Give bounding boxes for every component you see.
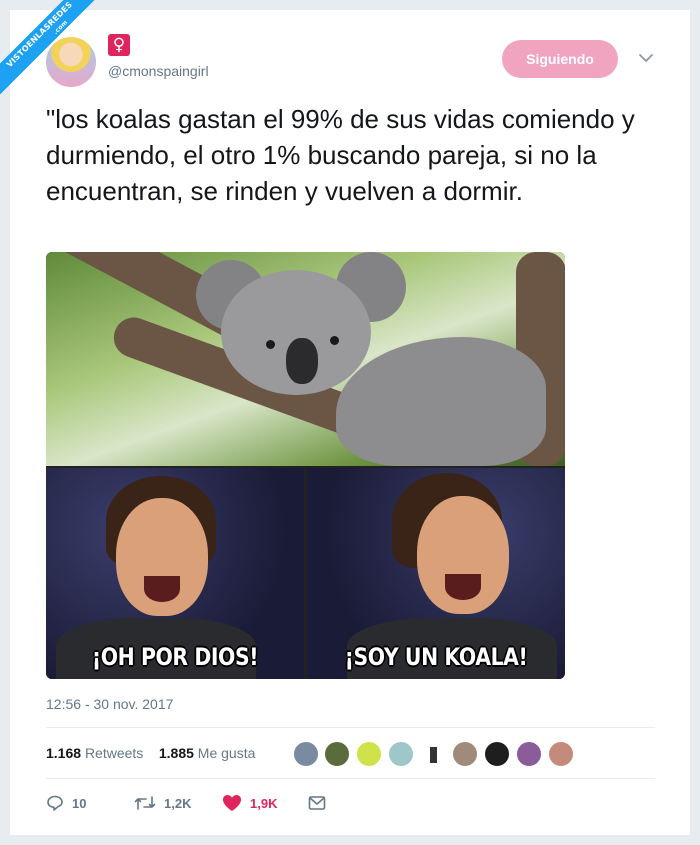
reply-icon bbox=[47, 795, 63, 811]
tweet-actions: 10 1,2K 1,9K bbox=[46, 793, 346, 813]
venus-icon: ♀ bbox=[108, 34, 130, 56]
likes-label[interactable]: Me gusta bbox=[198, 745, 256, 761]
reply-button[interactable]: 10 bbox=[46, 793, 86, 813]
liker-avatar[interactable] bbox=[516, 741, 542, 767]
liker-avatar[interactable] bbox=[324, 741, 350, 767]
like-button[interactable]: 1,9K bbox=[222, 793, 277, 813]
tweet-stats: 1.168 Retweets 1.885 Me gusta bbox=[46, 745, 255, 761]
liker-avatar[interactable] bbox=[293, 741, 319, 767]
chevron-down-icon[interactable] bbox=[637, 49, 655, 67]
meme-caption-left: ¡OH POR DIOS! bbox=[91, 643, 259, 671]
following-button[interactable]: Siguiendo bbox=[502, 40, 618, 78]
tweet-text: "los koalas gastan el 99% de sus vidas c… bbox=[46, 104, 635, 206]
watermark-text: VISTOENLASREDES bbox=[4, 0, 75, 70]
koala-photo bbox=[46, 252, 565, 466]
meme-caption-right: ¡SOY UN KOALA! bbox=[344, 643, 528, 671]
retweet-count: 1,2K bbox=[164, 795, 192, 811]
liker-avatar[interactable] bbox=[548, 741, 574, 767]
liker-avatar[interactable] bbox=[420, 741, 446, 767]
heart-icon bbox=[223, 795, 241, 811]
liker-avatar[interactable] bbox=[484, 741, 510, 767]
liker-avatar[interactable] bbox=[388, 741, 414, 767]
meme-panel-left: ¡OH POR DIOS! bbox=[46, 468, 304, 679]
retweet-icon bbox=[134, 796, 156, 810]
direct-message-button[interactable] bbox=[308, 793, 326, 813]
tweet-timestamp[interactable]: 12:56 - 30 nov. 2017 bbox=[46, 696, 173, 712]
retweet-button[interactable]: 1,2K bbox=[134, 793, 191, 813]
divider bbox=[46, 727, 655, 728]
like-count: 1,9K bbox=[250, 795, 278, 811]
watermark-ribbon: VISTOENLASREDES .com bbox=[0, 0, 110, 110]
retweets-count[interactable]: 1.168 bbox=[46, 745, 81, 761]
liker-avatar[interactable] bbox=[356, 741, 382, 767]
reply-count: 10 bbox=[72, 795, 87, 811]
likes-count[interactable]: 1.885 bbox=[159, 745, 194, 761]
retweets-label[interactable]: Retweets bbox=[85, 745, 143, 761]
envelope-icon bbox=[308, 796, 326, 810]
meme-panel-right: ¡SOY UN KOALA! bbox=[307, 468, 565, 679]
tweet-media[interactable]: ¡OH POR DIOS! ¡SOY UN KOALA! bbox=[46, 252, 565, 679]
liker-avatar[interactable] bbox=[452, 741, 478, 767]
user-handle[interactable]: @cmonspaingirl bbox=[108, 63, 209, 79]
divider bbox=[46, 778, 655, 779]
